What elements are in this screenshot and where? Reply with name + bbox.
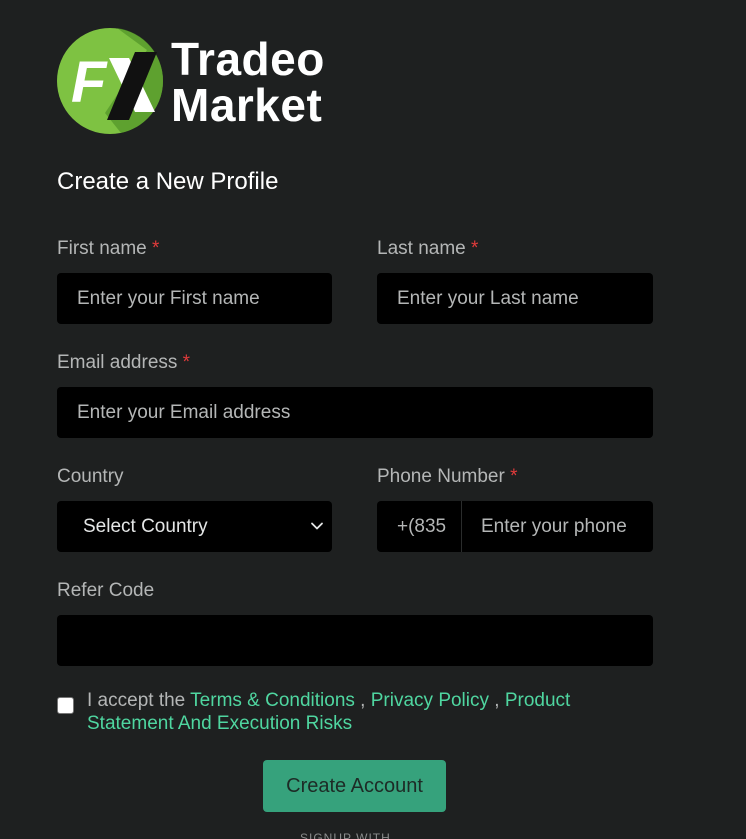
last-name-input[interactable] [377, 273, 653, 324]
brand-logo: F Tradeo Market [57, 28, 357, 143]
terms-conditions-link[interactable]: Terms & Conditions [190, 690, 355, 711]
country-label: Country [57, 465, 124, 489]
email-input[interactable] [57, 387, 653, 438]
last-name-label-text: Last name [377, 238, 466, 259]
email-label-text: Email address [57, 352, 178, 373]
refer-code-label-text: Refer Code [57, 580, 155, 601]
email-label: Email address * [57, 351, 190, 375]
required-marker: * [471, 238, 479, 259]
brand-line-1: Tradeo [171, 33, 325, 85]
first-name-label: First name * [57, 237, 159, 261]
privacy-policy-link[interactable]: Privacy Policy [371, 690, 489, 711]
signup-with-label: SIGNUP WITH [300, 831, 391, 839]
first-name-label-text: First name [57, 238, 147, 259]
country-selected-value: Select Country [83, 516, 208, 537]
phone-input[interactable] [462, 501, 653, 552]
chevron-down-icon [311, 522, 323, 530]
terms-text: I accept the Terms & Conditions , Privac… [87, 689, 647, 735]
terms-checkbox[interactable] [57, 697, 74, 714]
terms-prefix: I accept the [87, 690, 186, 711]
country-select[interactable]: Select Country [57, 501, 332, 552]
svg-text:F: F [71, 50, 108, 115]
brand-line-2: Market [171, 79, 323, 131]
last-name-label: Last name * [377, 237, 478, 261]
fx-logo-icon: F [57, 28, 163, 134]
required-marker: * [152, 238, 160, 259]
country-label-text: Country [57, 466, 124, 487]
required-marker: * [182, 352, 191, 373]
page-title: Create a New Profile [57, 168, 279, 195]
dial-code-value: +(835 [397, 516, 447, 537]
phone-label: Phone Number * [377, 465, 517, 489]
brand-name: Tradeo Market [171, 36, 325, 128]
terms-separator: , [489, 690, 505, 711]
refer-code-input[interactable] [57, 615, 653, 666]
phone-label-text: Phone Number [377, 466, 505, 487]
first-name-input[interactable] [57, 273, 332, 324]
create-account-button[interactable]: Create Account [263, 760, 446, 812]
dial-code-input[interactable]: +(835 [377, 501, 462, 552]
refer-code-label: Refer Code [57, 579, 154, 603]
signup-page: F Tradeo Market Create a New Profile Fir… [0, 0, 746, 839]
required-marker: * [510, 466, 518, 487]
terms-separator: , [354, 690, 371, 711]
